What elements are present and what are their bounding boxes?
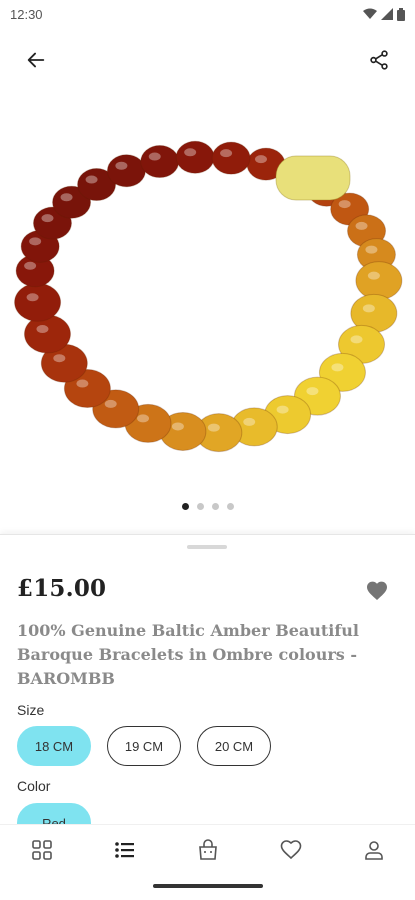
battery-icon xyxy=(397,7,405,21)
amber-bead xyxy=(175,140,215,174)
list-icon xyxy=(114,841,134,858)
bead-highlight xyxy=(355,221,368,230)
arrow-left-icon xyxy=(27,52,45,68)
nav-list[interactable] xyxy=(105,830,145,870)
size-options: 18 CM 19 CM 20 CM xyxy=(17,726,271,766)
back-button[interactable] xyxy=(16,40,56,80)
nav-profile[interactable] xyxy=(354,830,394,870)
top-app-bar xyxy=(0,40,415,84)
amber-bracelet-image xyxy=(14,140,403,453)
bead-highlight xyxy=(85,175,98,184)
bead-highlight xyxy=(36,325,49,334)
bead-highlight xyxy=(60,193,73,202)
amber-bead xyxy=(106,154,146,188)
bead-highlight xyxy=(29,237,42,246)
bead-highlight xyxy=(365,245,378,254)
bottom-navigation xyxy=(0,824,415,874)
bead-highlight xyxy=(276,405,289,414)
carousel-dot[interactable] xyxy=(181,503,189,510)
color-options: Red xyxy=(17,803,91,824)
color-option-red[interactable]: Red xyxy=(17,803,91,824)
heart-icon xyxy=(367,581,387,600)
home-indicator xyxy=(153,884,263,888)
status-icons xyxy=(363,7,405,21)
bead-highlight xyxy=(243,417,256,426)
bead-highlight xyxy=(24,261,37,270)
bead-highlight xyxy=(76,379,89,388)
bead-highlight xyxy=(53,354,66,363)
wifi-icon xyxy=(363,8,377,19)
size-option-19-cm[interactable]: 19 CM xyxy=(107,726,181,766)
size-label: Size xyxy=(17,702,45,718)
bead-highlight xyxy=(41,214,54,223)
add-to-wishlist-button[interactable] xyxy=(365,579,389,603)
profile-icon xyxy=(364,840,383,860)
bead-highlight xyxy=(367,271,380,280)
bead-highlight xyxy=(171,422,184,431)
signal-icon xyxy=(381,8,393,20)
product-title: 100% Genuine Baltic Amber Beautiful Baro… xyxy=(17,621,359,688)
bead-highlight xyxy=(184,148,197,157)
categories-icon xyxy=(31,839,52,860)
bead-highlight xyxy=(331,363,344,372)
product-price: £15.00 xyxy=(17,575,107,602)
bead-highlight xyxy=(207,423,220,432)
nav-cart[interactable] xyxy=(188,830,228,870)
bead-highlight xyxy=(115,161,128,170)
amber-bead xyxy=(14,282,62,322)
share-button[interactable] xyxy=(359,40,399,80)
bead-highlight xyxy=(362,304,375,313)
amber-bead xyxy=(211,141,251,175)
heart-outline-icon xyxy=(280,839,301,859)
amber-bead xyxy=(140,145,180,179)
carousel-dot[interactable] xyxy=(226,503,234,510)
nav-wishlist[interactable] xyxy=(271,830,311,870)
bead-highlight xyxy=(220,149,233,158)
carousel-indicator xyxy=(0,503,415,510)
product-details-sheet: £15.00 100% Genuine Baltic Amber Beautif… xyxy=(0,534,415,824)
nav-categories[interactable] xyxy=(22,830,62,870)
bead-highlight xyxy=(137,414,150,423)
product-image[interactable] xyxy=(0,100,415,500)
amber-bead xyxy=(355,261,403,301)
bead-highlight xyxy=(306,387,319,396)
bead-highlight xyxy=(148,152,161,161)
bead-highlight xyxy=(26,293,39,302)
share-icon xyxy=(370,50,388,70)
color-label: Color xyxy=(17,778,51,794)
status-bar: 12:30 xyxy=(0,0,415,28)
bead-highlight xyxy=(254,155,267,164)
carousel-dot[interactable] xyxy=(196,503,204,510)
bead-highlight xyxy=(104,399,117,408)
bag-icon xyxy=(198,838,217,860)
bracelet-clasp xyxy=(275,155,351,201)
status-time: 12:30 xyxy=(10,6,43,22)
bead-highlight xyxy=(338,200,351,209)
sheet-drag-handle[interactable] xyxy=(187,545,227,549)
size-option-18-cm[interactable]: 18 CM xyxy=(17,726,91,766)
carousel-dot[interactable] xyxy=(211,503,219,510)
bead-highlight xyxy=(350,335,363,344)
size-option-20-cm[interactable]: 20 CM xyxy=(197,726,271,766)
